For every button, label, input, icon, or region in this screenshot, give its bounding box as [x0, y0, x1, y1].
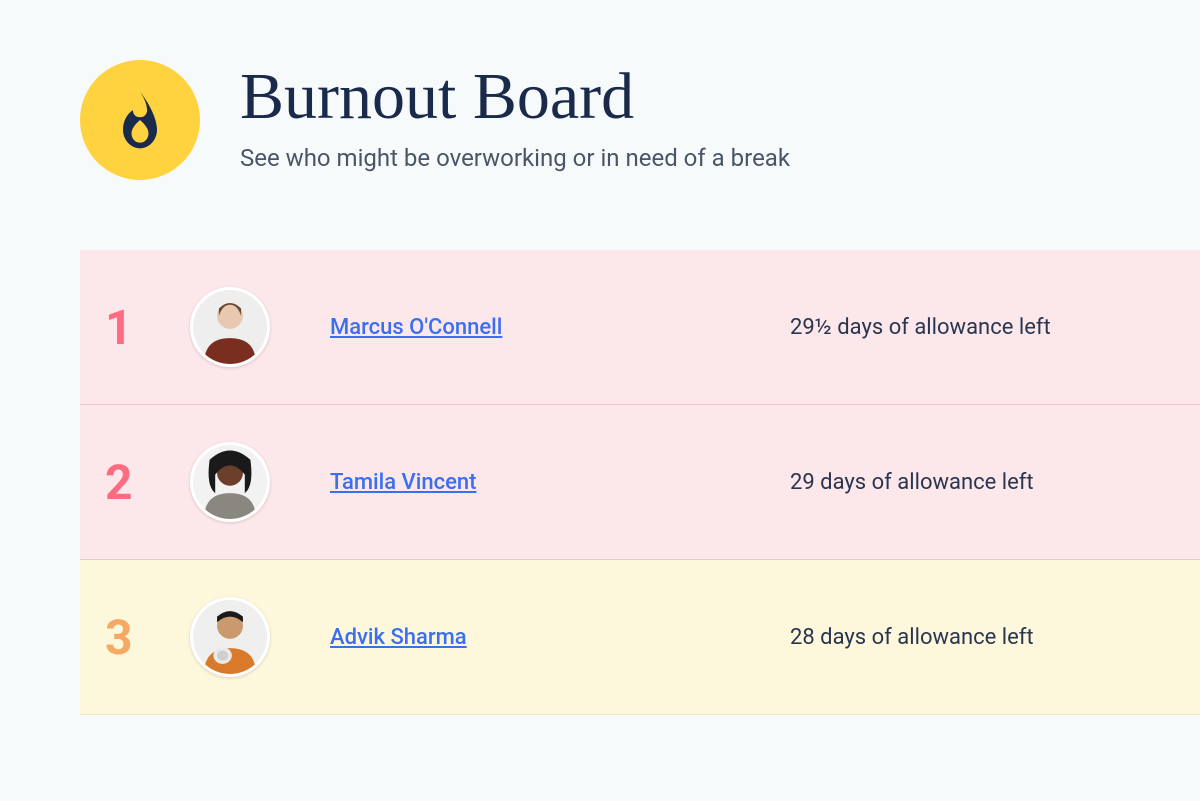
list-item[interactable]: 1 Marcus O'Connell 29½ days of allowance…: [80, 250, 1200, 405]
person-name-link[interactable]: Marcus O'Connell: [330, 315, 790, 340]
fire-icon: [80, 60, 200, 180]
rank-number: 2: [105, 454, 190, 511]
person-name-link[interactable]: Advik Sharma: [330, 625, 790, 650]
allowance-text: 28 days of allowance left: [790, 625, 1034, 650]
rank-number: 1: [105, 299, 190, 356]
allowance-text: 29½ days of allowance left: [790, 315, 1051, 340]
burnout-list: 1 Marcus O'Connell 29½ days of allowance…: [80, 250, 1200, 715]
page-subtitle: See who might be overworking or in need …: [240, 144, 790, 172]
allowance-text: 29 days of allowance left: [790, 470, 1034, 495]
list-item[interactable]: 3 Advik Sharma 28 days of allowance left: [80, 560, 1200, 715]
avatar: [190, 442, 270, 522]
person-name-link[interactable]: Tamila Vincent: [330, 470, 790, 495]
page-header: Burnout Board See who might be overworki…: [80, 60, 1200, 180]
list-item[interactable]: 2 Tamila Vincent 29 days of allowance le…: [80, 405, 1200, 560]
page-title: Burnout Board: [240, 64, 790, 130]
avatar: [190, 597, 270, 677]
rank-number: 3: [105, 609, 190, 666]
avatar: [190, 287, 270, 367]
